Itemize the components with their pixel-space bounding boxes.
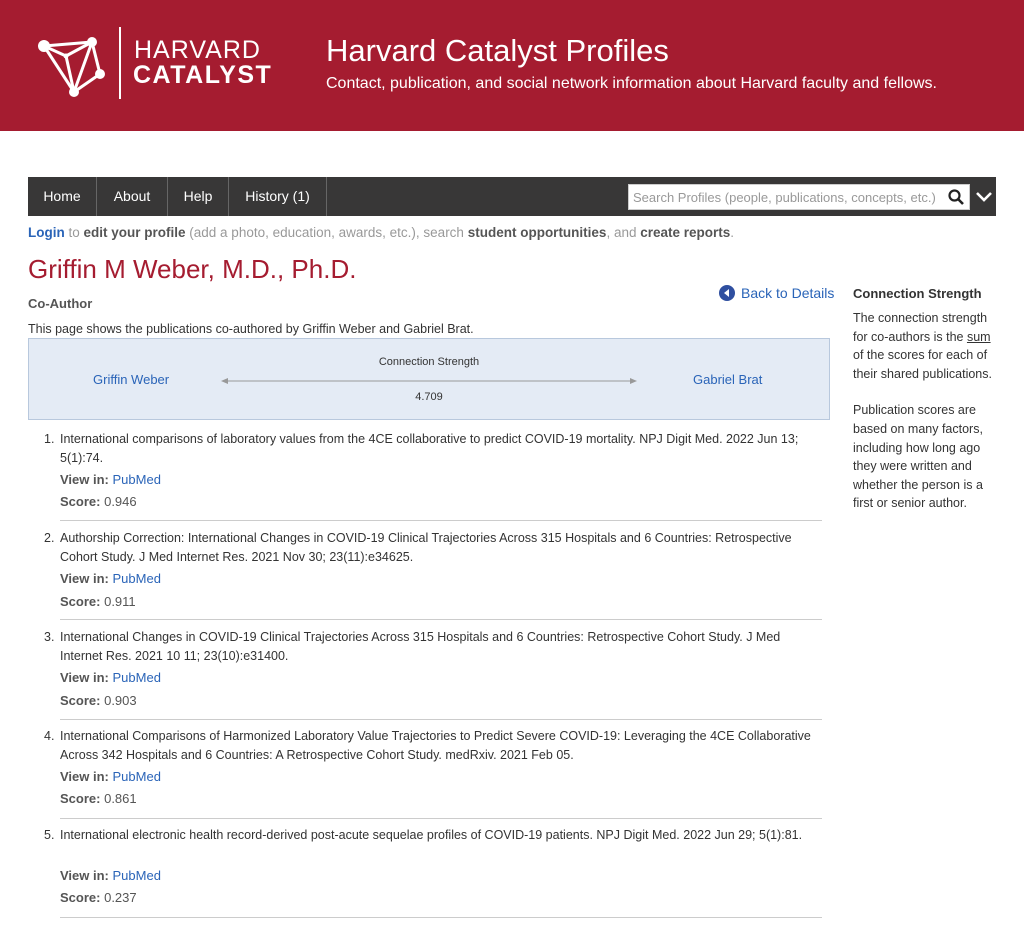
publication-score: Score: 0.237 — [60, 890, 137, 905]
back-arrow-icon — [719, 285, 735, 301]
publication-number: 3. — [44, 630, 55, 644]
score-label: Score: — [60, 791, 101, 806]
view-in-label: View in: — [60, 670, 109, 685]
pubmed-link[interactable]: PubMed — [113, 769, 161, 784]
nav-history[interactable]: History (1) — [229, 177, 327, 216]
login-bar: Login to edit your profile (add a photo,… — [28, 225, 734, 240]
pubmed-link[interactable]: PubMed — [113, 472, 161, 487]
publication-view-in: View in: PubMed — [60, 571, 161, 586]
pubmed-link[interactable]: PubMed — [113, 571, 161, 586]
create-reports-link[interactable]: create reports — [640, 225, 730, 240]
chevron-down-icon[interactable] — [974, 187, 994, 207]
sidebar-title: Connection Strength — [853, 286, 982, 301]
score-label: Score: — [60, 890, 101, 905]
login-link[interactable]: Login — [28, 225, 65, 240]
publication-number: 2. — [44, 531, 55, 545]
logo-divider — [119, 27, 121, 99]
score-value: 0.911 — [104, 594, 136, 609]
logo-text-harvard[interactable]: HARVARD — [134, 38, 261, 63]
view-in-label: View in: — [60, 472, 109, 487]
score-label: Score: — [60, 693, 101, 708]
main-nav: Home About Help History (1) — [28, 177, 996, 216]
score-value: 0.861 — [104, 791, 137, 806]
login-text-1: to — [64, 225, 84, 240]
search-box — [628, 184, 970, 210]
pubmed-link[interactable]: PubMed — [113, 868, 161, 883]
publication-score: Score: 0.903 — [60, 693, 137, 708]
login-text-4: . — [730, 225, 735, 240]
publication-citation: Authorship Correction: International Cha… — [60, 531, 792, 564]
sidebar-paragraph-2: Publication scores are based on many fac… — [853, 403, 983, 511]
edit-profile-link[interactable]: edit your profile — [84, 225, 186, 240]
publication-citation: International electronic health record-d… — [60, 828, 803, 842]
publication-item: 3. International Changes in COVID-19 Cli… — [44, 628, 822, 720]
page-subtitle: Co-Author — [28, 296, 93, 311]
person-name: Griffin M Weber, M.D., Ph.D. — [28, 254, 357, 284]
connection-box: Griffin Weber Connection Strength 4.709 … — [28, 338, 830, 420]
site-header: HARVARD CATALYST Harvard Catalyst Profil… — [0, 0, 1024, 131]
publication-item: 2. Authorship Correction: International … — [44, 529, 822, 620]
connection-strength-sidebar: Connection Strength The connection stren… — [853, 286, 993, 531]
connection-strength-value: 4.709 — [415, 391, 443, 403]
search-icon[interactable] — [947, 188, 965, 206]
view-in-label: View in: — [60, 868, 109, 883]
connection-arrow-icon — [221, 378, 637, 384]
publication-number: 5. — [44, 828, 55, 842]
score-value: 0.903 — [104, 693, 137, 708]
search-input[interactable] — [629, 185, 945, 209]
publication-number: 4. — [44, 729, 55, 743]
publication-score: Score: 0.861 — [60, 791, 137, 806]
sidebar-p1-sum: sum — [966, 329, 991, 344]
nav-about[interactable]: About — [97, 177, 168, 216]
student-opportunities-link[interactable]: student opportunities — [468, 225, 607, 240]
network-logo-icon[interactable] — [36, 34, 108, 98]
publication-citation: International comparisons of laboratory … — [60, 432, 799, 465]
publication-citation: International Comparisons of Harmonized … — [60, 729, 811, 762]
sidebar-paragraph-1: The connection strength for co-authors i… — [853, 309, 993, 383]
publication-view-in: View in: PubMed — [60, 472, 161, 487]
score-label: Score: — [60, 494, 101, 509]
person2-link[interactable]: Gabriel Brat — [693, 372, 762, 387]
publication-view-in: View in: PubMed — [60, 769, 161, 784]
publication-score: Score: 0.946 — [60, 494, 137, 509]
publication-view-in: View in: PubMed — [60, 868, 161, 883]
sidebar-p1-text-b: of the scores for each of their shared p… — [853, 348, 992, 381]
site-title[interactable]: Harvard Catalyst Profiles — [326, 34, 669, 68]
logo-text-catalyst[interactable]: CATALYST — [133, 62, 272, 88]
pubmed-link[interactable]: PubMed — [113, 670, 161, 685]
score-value: 0.946 — [104, 494, 137, 509]
view-in-label: View in: — [60, 571, 109, 586]
publication-score: Score: 0.911 — [60, 594, 136, 609]
publication-item: 5. International electronic health recor… — [44, 826, 822, 918]
site-tagline: Contact, publication, and social network… — [326, 75, 937, 92]
login-text-2: (add a photo, education, awards, etc.), … — [185, 225, 468, 240]
view-in-label: View in: — [60, 769, 109, 784]
publication-view-in: View in: PubMed — [60, 670, 161, 685]
score-value: 0.237 — [104, 890, 137, 905]
publication-citation: International Changes in COVID-19 Clinic… — [60, 630, 781, 663]
nav-help[interactable]: Help — [168, 177, 229, 216]
nav-home[interactable]: Home — [28, 177, 97, 216]
back-to-details-label: Back to Details — [741, 285, 835, 301]
page-description: This page shows the publications co-auth… — [28, 322, 474, 336]
person1-link[interactable]: Griffin Weber — [93, 372, 169, 387]
publication-item: 4. International Comparisons of Harmoniz… — [44, 727, 822, 819]
publication-number: 1. — [44, 432, 55, 446]
score-label: Score: — [60, 594, 101, 609]
connection-strength-label: Connection Strength — [378, 356, 480, 368]
login-text-3: , and — [606, 225, 641, 240]
publication-item: 1. International comparisons of laborato… — [44, 430, 822, 521]
